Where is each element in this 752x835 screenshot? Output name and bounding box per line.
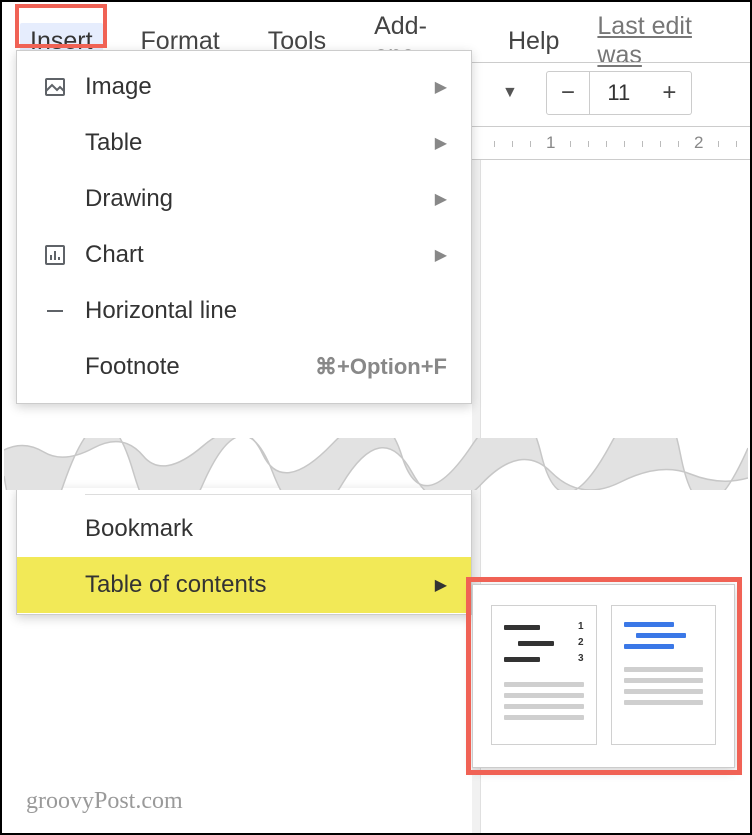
menu-item-label: Bookmark bbox=[79, 515, 447, 543]
menu-item-label: Table bbox=[79, 129, 435, 157]
ruler-minor-tick bbox=[718, 141, 719, 147]
ruler-minor-tick bbox=[530, 141, 531, 147]
keyboard-shortcut: ⌘+Option+F bbox=[315, 354, 447, 380]
ruler-minor-tick bbox=[570, 141, 571, 147]
font-size-value[interactable]: 11 bbox=[590, 71, 648, 115]
menu-item-chart[interactable]: Chart ▶ bbox=[17, 227, 471, 283]
menu-help[interactable]: Help bbox=[498, 23, 569, 60]
plus-icon: + bbox=[662, 79, 676, 107]
toolbar: ▼ − 11 + bbox=[472, 62, 750, 122]
font-size-stepper: − 11 + bbox=[546, 71, 692, 115]
menu-item-label: Horizontal line bbox=[79, 297, 447, 325]
menu-item-horizontal-line[interactable]: Horizontal line bbox=[17, 283, 471, 339]
ruler-minor-tick bbox=[660, 141, 661, 147]
font-size-decrease-button[interactable]: − bbox=[546, 71, 590, 115]
horizontal-line-icon bbox=[31, 299, 79, 323]
toc-option-blue-links[interactable] bbox=[611, 605, 717, 745]
ruler-tick-2: 2 bbox=[694, 133, 703, 153]
image-icon bbox=[31, 75, 79, 99]
insert-dropdown-lower: Bookmark Table of contents ▶ bbox=[16, 488, 472, 615]
last-edit-label: Last edit was bbox=[597, 12, 692, 69]
ruler-minor-tick bbox=[512, 141, 513, 147]
menu-item-table[interactable]: Table ▶ bbox=[17, 115, 471, 171]
submenu-arrow-icon: ▶ bbox=[435, 77, 447, 97]
menu-item-footnote[interactable]: Footnote ⌘+Option+F bbox=[17, 339, 471, 395]
ruler-minor-tick bbox=[588, 141, 589, 147]
submenu-arrow-icon: ▶ bbox=[435, 133, 447, 153]
minus-icon: − bbox=[561, 79, 575, 107]
menu-item-label: Image bbox=[79, 73, 435, 101]
submenu-arrow-icon: ▶ bbox=[435, 245, 447, 265]
submenu-arrow-icon: ▶ bbox=[435, 575, 447, 595]
torn-section-divider bbox=[4, 438, 748, 490]
menu-item-table-of-contents[interactable]: Table of contents ▶ bbox=[17, 557, 471, 613]
ruler-minor-tick bbox=[642, 141, 643, 147]
watermark: groovyPost.com bbox=[26, 788, 183, 815]
font-size-text: 11 bbox=[607, 80, 630, 106]
toc-option-page-numbers[interactable]: 1 2 3 bbox=[491, 605, 597, 745]
toc-submenu: 1 2 3 bbox=[472, 584, 735, 768]
menu-item-image[interactable]: Image ▶ bbox=[17, 59, 471, 115]
menu-item-label: Drawing bbox=[79, 185, 435, 213]
menu-item-label: Footnote bbox=[79, 353, 315, 381]
menu-item-label: Chart bbox=[79, 241, 435, 269]
font-dropdown-caret-icon[interactable]: ▼ bbox=[502, 84, 518, 102]
ruler: 1 2 bbox=[472, 126, 750, 160]
font-size-increase-button[interactable]: + bbox=[648, 71, 692, 115]
ruler-tick-1: 1 bbox=[546, 133, 555, 153]
insert-dropdown: Image ▶ Table ▶ Drawing ▶ Chart ▶ Horizo… bbox=[16, 50, 472, 404]
ruler-minor-tick bbox=[736, 141, 737, 147]
submenu-arrow-icon: ▶ bbox=[435, 189, 447, 209]
chart-icon bbox=[31, 243, 79, 267]
ruler-minor-tick bbox=[606, 141, 607, 147]
menu-item-drawing[interactable]: Drawing ▶ bbox=[17, 171, 471, 227]
ruler-minor-tick bbox=[624, 141, 625, 147]
menu-help-label: Help bbox=[508, 27, 559, 55]
menu-item-label: Table of contents bbox=[79, 571, 435, 599]
menu-separator bbox=[85, 494, 471, 495]
menu-item-bookmark[interactable]: Bookmark bbox=[17, 501, 471, 557]
ruler-minor-tick bbox=[678, 141, 679, 147]
ruler-minor-tick bbox=[494, 141, 495, 147]
